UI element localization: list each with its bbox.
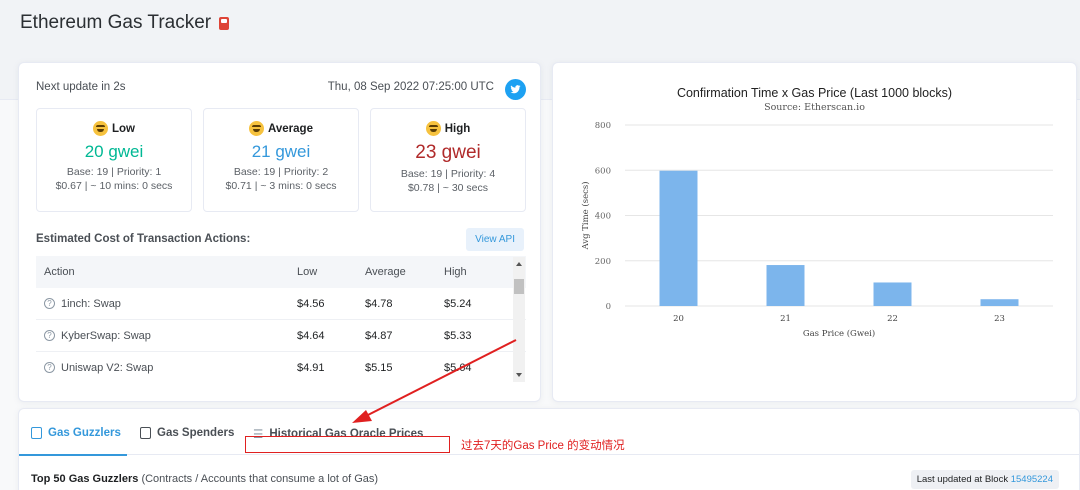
tab-gas-guzzlers[interactable]: Gas Guzzlers (31, 427, 121, 439)
timestamp: Thu, 08 Sep 2022 07:25:00 UTC (327, 81, 494, 93)
tier-cost: $0.78 | ~ 30 secs (407, 182, 489, 194)
scroll-down-arrow-icon[interactable] (516, 373, 522, 377)
tier-cost: $0.67 | ~ 10 mins: 0 secs (55, 180, 173, 192)
y-tick-label: 600 (595, 166, 611, 176)
question-icon[interactable]: ? (44, 298, 55, 309)
bar (873, 282, 912, 306)
tier-base: Base: 19 | Priority: 4 (400, 168, 496, 180)
tab-label: Gas Spenders (157, 427, 235, 439)
tab-gas-spenders[interactable]: Gas Spenders (140, 427, 234, 439)
highlight-box (245, 436, 450, 453)
x-axis-label: Gas Price (Gwei) (803, 328, 875, 339)
cell-average: $5.15 (365, 361, 393, 374)
tab-label: Gas Guzzlers (48, 427, 121, 439)
tab-bar: Gas Guzzlers Gas Spenders ☰ Historical G… (19, 417, 1079, 456)
tabs-card: Gas Guzzlers Gas Spenders ☰ Historical G… (18, 408, 1080, 490)
last-updated-badge: Last updated at Block 15495224 (910, 470, 1059, 489)
x-tick-label: 21 (780, 314, 791, 324)
action-name: 1inch: Swap (61, 297, 121, 310)
page-title-text: Ethereum Gas Tracker (20, 12, 212, 33)
tier-average: Average 21 gwei Base: 19 | Priority: 2 $… (203, 108, 359, 212)
top50-description: Top 50 Gas Guzzlers (Contracts / Account… (31, 473, 378, 485)
bar (659, 170, 698, 306)
chart-card: Confirmation Time x Gas Price (Last 1000… (552, 62, 1077, 402)
page-title: Ethereum Gas Tracker (20, 12, 230, 34)
block-number-link[interactable]: 15495224 (1011, 474, 1053, 485)
y-tick-label: 800 (595, 121, 611, 131)
action-cost-table: Action Low Average High ? 1inch: Swap $4.… (36, 256, 526, 383)
x-tick-label: 22 (887, 314, 898, 324)
gas-pump-icon (219, 16, 230, 30)
col-header-high: High (444, 266, 467, 278)
cell-high: $5.24 (444, 297, 472, 310)
twitter-bird-glyph (510, 85, 521, 94)
tier-price: 23 gwei (415, 142, 481, 163)
table-header: Action Low Average High (36, 256, 526, 288)
cell-low: $4.91 (297, 361, 325, 374)
col-header-average: Average (365, 266, 406, 278)
last-updated-label: Last updated at Block (916, 474, 1011, 485)
question-icon[interactable]: ? (44, 330, 55, 341)
y-axis-label: Avg Time (secs) (580, 181, 591, 250)
scroll-up-arrow-icon[interactable] (516, 262, 522, 266)
cell-high: $5.33 (444, 329, 472, 342)
table-scrollbar[interactable] (513, 257, 525, 382)
annotation-text: 过去7天的Gas Price 的变动情况 (461, 440, 625, 452)
bar (980, 299, 1019, 306)
table-row: ? KyberSwap: Swap $4.64 $4.87 $5.33 (36, 320, 526, 352)
question-icon[interactable]: ? (44, 362, 55, 373)
estimated-cost-title: Estimated Cost of Transaction Actions: (36, 233, 251, 245)
twitter-icon[interactable] (505, 79, 526, 100)
top50-subtitle: (Contracts / Accounts that consume a lot… (138, 473, 379, 485)
cell-low: $4.56 (297, 297, 325, 310)
view-api-button[interactable]: View API (466, 228, 524, 251)
table-row: ? 1inch: Swap $4.56 $4.78 $5.24 (36, 288, 526, 320)
bar-chart: 0 200 400 600 800 20 21 22 23 Gas Price (Gwei) Avg… (580, 121, 1053, 339)
tier-price: 20 gwei (84, 142, 144, 161)
x-tick-label: 20 (673, 314, 684, 324)
tier-label: High (444, 122, 471, 135)
cell-low: $4.64 (297, 329, 325, 342)
tier-low: Low 20 gwei Base: 19 | Priority: 1 $0.67… (36, 108, 192, 212)
action-name: KyberSwap: Swap (61, 329, 151, 342)
scroll-thumb[interactable] (514, 279, 524, 294)
cell-average: $4.78 (365, 297, 393, 310)
col-header-low: Low (297, 266, 318, 278)
y-tick-label: 400 (595, 212, 611, 222)
cell-average: $4.87 (365, 329, 393, 342)
gas-pump-icon (31, 427, 42, 439)
y-tick-label: 0 (606, 302, 611, 312)
table-row: ? Uniswap V2: Swap $4.91 $5.15 $5.64 (36, 352, 526, 383)
tier-high: High 23 gwei Base: 19 | Priority: 4 $0.7… (370, 108, 526, 212)
tier-cost: $0.71 | ~ 3 mins: 0 secs (225, 180, 337, 192)
y-tick-label: 200 (595, 257, 611, 267)
gas-price-card: Next update in 2s Thu, 08 Sep 2022 07:25… (18, 62, 541, 402)
smile-emoji-icon (249, 121, 265, 136)
tier-price: 21 gwei (251, 142, 311, 161)
bar (766, 265, 805, 306)
tier-label: Low (112, 122, 135, 135)
action-name: Uniswap V2: Swap (61, 361, 154, 374)
x-tick-label: 23 (994, 314, 1005, 324)
grin-emoji-icon (93, 121, 108, 136)
slight-smile-emoji-icon (425, 121, 441, 136)
active-tab-indicator (19, 454, 127, 456)
tier-label: Average (268, 122, 313, 135)
tier-base: Base: 19 | Priority: 2 (233, 166, 329, 178)
col-header-action: Action (44, 266, 75, 278)
receipt-icon (140, 427, 151, 439)
next-update-text: Next update in 2s (36, 81, 126, 93)
cell-high: $5.64 (444, 361, 472, 374)
top50-title: Top 50 Gas Guzzlers (31, 473, 139, 485)
tier-base: Base: 19 | Priority: 1 (66, 166, 162, 178)
